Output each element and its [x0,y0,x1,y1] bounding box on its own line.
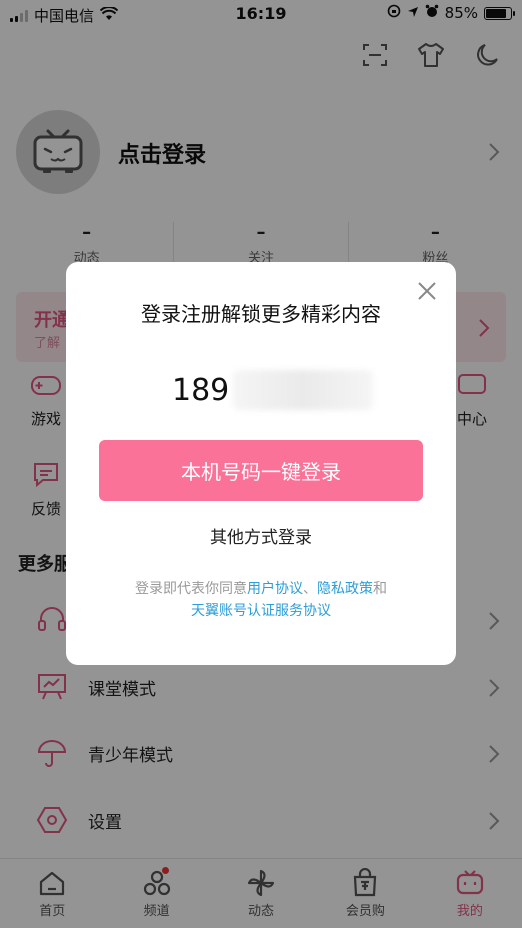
phone-number: 189 [172,370,374,410]
one-tap-login-button[interactable]: 本机号码一键登录 [99,440,423,501]
agreement-prefix: 登录即代表你同意 [135,581,247,597]
user-agreement-link[interactable]: 用户协议 [247,581,303,597]
agreement-and: 和 [373,581,387,597]
tianyi-agreement-link[interactable]: 天翼账号认证服务协议 [191,603,331,619]
login-dialog: 登录注册解锁更多精彩内容 189 本机号码一键登录 其他方式登录 登录即代表你同… [66,262,456,665]
privacy-policy-link[interactable]: 隐私政策 [317,581,373,597]
agreement-text: 登录即代表你同意用户协议、隐私政策和 天翼账号认证服务协议 [66,578,456,622]
dialog-title: 登录注册解锁更多精彩内容 [141,302,381,326]
agreement-separator: 、 [303,581,317,597]
other-login-link[interactable]: 其他方式登录 [66,523,456,548]
phone-mask [233,370,374,410]
phone-prefix: 189 [172,372,230,408]
